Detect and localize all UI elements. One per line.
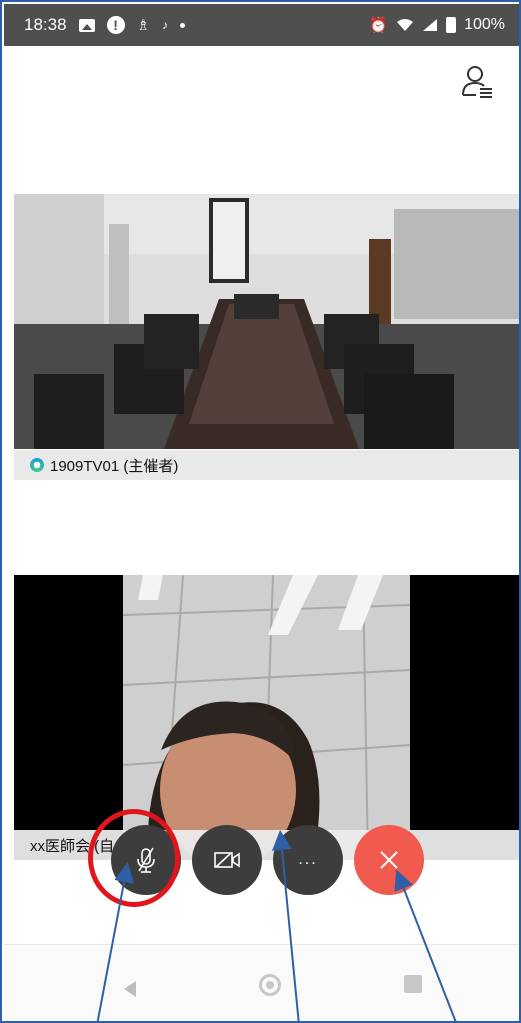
video-off-icon bbox=[214, 852, 240, 868]
music-icon: ♪ bbox=[162, 18, 168, 32]
back-icon[interactable] bbox=[124, 981, 136, 997]
self-camera-feed bbox=[123, 575, 410, 860]
signal-icon bbox=[423, 19, 438, 31]
more-options-button[interactable]: ... bbox=[273, 825, 343, 895]
home-icon[interactable] bbox=[259, 974, 281, 996]
self-camera-image bbox=[123, 575, 410, 860]
mute-highlight-ring bbox=[88, 809, 180, 907]
battery-percent: 100% bbox=[464, 16, 505, 33]
host-video[interactable] bbox=[14, 194, 519, 449]
participants-button[interactable] bbox=[460, 64, 494, 98]
navigation-bar bbox=[4, 944, 519, 1021]
participants-icon bbox=[462, 66, 492, 98]
alarm-icon: ⏰ bbox=[369, 16, 389, 34]
close-icon bbox=[380, 851, 398, 869]
status-bar: 18:38 ! ♗ ♪ ⏰ 100% bbox=[4, 4, 519, 46]
battery-icon bbox=[446, 17, 457, 33]
image-notification-icon bbox=[78, 18, 95, 32]
host-name: 1909TV01 (主催者) bbox=[50, 457, 179, 475]
host-label-bar: 1909TV01 (主催者) bbox=[14, 450, 519, 480]
alert-icon: ! bbox=[106, 16, 125, 34]
recent-apps-icon[interactable] bbox=[404, 975, 422, 993]
status-time: 18:38 bbox=[24, 15, 67, 34]
app-notification-icon: ♗ bbox=[136, 16, 150, 34]
annotation-arrows bbox=[96, 830, 457, 1021]
video-toggle-button[interactable] bbox=[192, 825, 262, 895]
more-icon: ... bbox=[298, 851, 318, 868]
more-notifications-dot bbox=[180, 22, 185, 28]
self-video[interactable] bbox=[14, 575, 519, 860]
host-status-icon bbox=[30, 458, 44, 472]
conference-room-image bbox=[14, 194, 519, 449]
screen-frame: 18:38 ! ♗ ♪ ⏰ 100% 1909TV01 (主催者) xx医師会 … bbox=[0, 0, 521, 1023]
wifi-icon bbox=[397, 19, 414, 31]
leave-meeting-button[interactable] bbox=[354, 825, 424, 895]
